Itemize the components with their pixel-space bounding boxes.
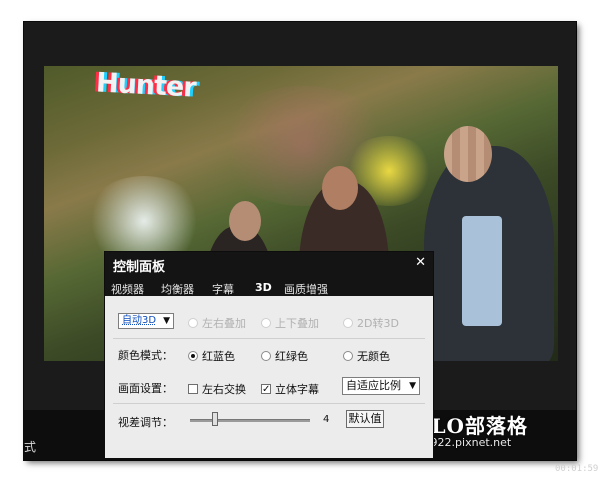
radio-red-green[interactable]: 红绿色 (261, 348, 308, 364)
radio-label: 红绿色 (275, 350, 308, 363)
radio-label: 左右叠加 (202, 317, 246, 330)
chevron-down-icon: ▼ (163, 316, 170, 326)
radio-side-by-side[interactable]: 左右叠加 (188, 315, 246, 331)
mode-dropdown[interactable]: 自动3D ▼ (118, 313, 174, 329)
video-person-right (424, 146, 554, 361)
tab-enhance[interactable]: 画质增强 (284, 281, 328, 297)
radio-indicator (343, 318, 353, 328)
radio-indicator (188, 351, 198, 361)
radio-label: 上下叠加 (275, 317, 319, 330)
ratio-dropdown[interactable]: 自适应比例 ▼ (342, 377, 420, 395)
screen-settings-label: 画面设置： (118, 382, 173, 395)
playback-time: 00:01:59 (555, 464, 599, 474)
video-face-center (322, 166, 358, 210)
mode-dropdown-value: 自动3D (122, 315, 157, 326)
radio-2d-to-3d[interactable]: 2D转3D (343, 315, 399, 331)
divider (113, 403, 425, 404)
check-icon: ✓ (261, 384, 271, 395)
panel-header: 控制面板 ✕ 视频器 均衡器 字幕 3D 画质增强 (105, 252, 433, 296)
video-face-right-pixelated (444, 126, 492, 182)
checkbox-swap-lr[interactable]: 左右交换 (188, 381, 246, 397)
mode-indicator: 式 (24, 440, 37, 454)
video-shirt (462, 216, 502, 326)
video-face-left (229, 201, 261, 241)
chevron-down-icon: ▼ (409, 381, 416, 391)
checkbox-3d-subtitles[interactable]: ✓ 立体字幕 (261, 381, 319, 397)
checkbox-label: 左右交换 (202, 383, 246, 396)
tab-video[interactable]: 视频器 (111, 281, 144, 297)
checkbox-indicator (188, 384, 198, 394)
parallax-label: 视差调节： (118, 416, 173, 429)
parallax-slider-handle[interactable] (212, 412, 218, 426)
divider (113, 338, 425, 339)
radio-label: 2D转3D (357, 317, 399, 330)
parallax-value: 4 (323, 414, 330, 425)
radio-top-bottom[interactable]: 上下叠加 (261, 315, 319, 331)
radio-no-color[interactable]: 无颜色 (343, 348, 390, 364)
control-panel: 控制面板 ✕ 视频器 均衡器 字幕 3D 画质增强 自动3D ▼ 左右叠加 上下… (104, 251, 434, 459)
tab-equalizer[interactable]: 均衡器 (161, 281, 194, 297)
panel-tabs: 视频器 均衡器 字幕 3D 画质增强 (105, 278, 433, 296)
default-button[interactable]: 默认值 (346, 410, 384, 428)
close-icon[interactable]: ✕ (415, 255, 426, 270)
parallax-slider-track[interactable] (190, 419, 310, 422)
radio-red-blue[interactable]: 红蓝色 (188, 348, 235, 364)
video-logo: Hunter (95, 67, 197, 104)
checkbox-label: 立体字幕 (275, 383, 319, 396)
radio-label: 红蓝色 (202, 350, 235, 363)
tab-3d[interactable]: 3D (255, 281, 272, 294)
radio-indicator (188, 318, 198, 328)
radio-indicator (261, 351, 271, 361)
color-mode-label: 颜色模式： (118, 349, 173, 362)
tab-subtitles[interactable]: 字幕 (212, 281, 234, 297)
radio-indicator (261, 318, 271, 328)
panel-title: 控制面板 (113, 260, 166, 275)
ratio-dropdown-value: 自适应比例 (346, 379, 401, 392)
radio-label: 无颜色 (357, 350, 390, 363)
radio-indicator (343, 351, 353, 361)
